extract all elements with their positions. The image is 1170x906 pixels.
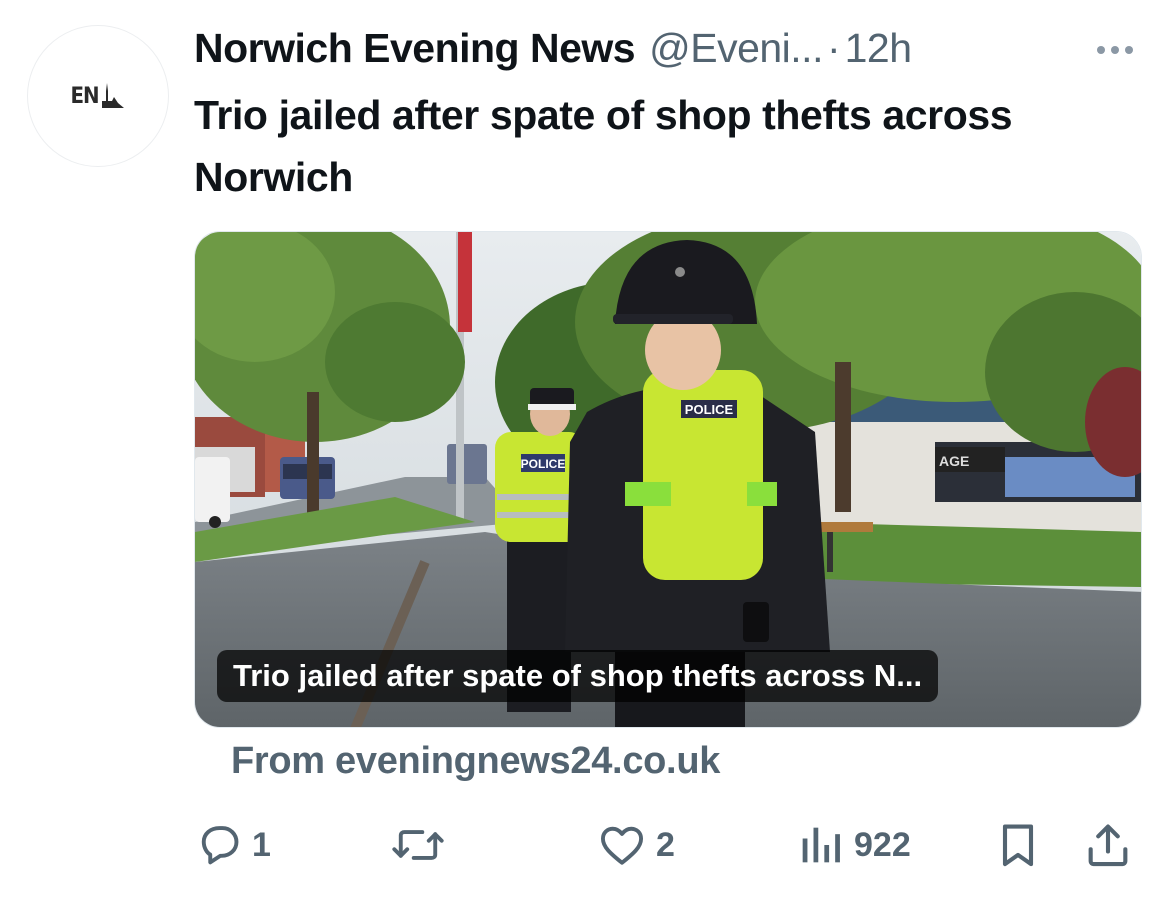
header-separator: ·	[826, 24, 841, 71]
views-count: 922	[854, 825, 911, 864]
card-source-link[interactable]: From eveningnews24.co.uk	[231, 740, 720, 783]
analytics-bars-icon	[802, 827, 840, 863]
heart-icon	[600, 826, 644, 865]
share-button[interactable]	[1082, 815, 1134, 875]
more-dots-icon	[1097, 46, 1133, 54]
cathedral-spire-icon	[101, 83, 124, 108]
bookmark-button[interactable]	[994, 815, 1042, 875]
share-upload-icon	[1088, 824, 1128, 867]
more-options-button[interactable]	[1090, 30, 1140, 70]
views-button[interactable]: 922	[798, 815, 911, 875]
avatar-logo-text: EN	[70, 84, 99, 109]
like-count: 2	[656, 825, 675, 864]
bookmark-icon	[1002, 824, 1034, 867]
retweet-button[interactable]	[390, 815, 446, 875]
reply-bubble-icon	[201, 826, 239, 865]
author-avatar[interactable]: EN	[27, 25, 169, 167]
vest-text-background: POLICE	[521, 457, 566, 471]
avatar-logo: EN	[70, 83, 125, 109]
vest-text-foreground: POLICE	[685, 402, 734, 417]
author-name[interactable]: Norwich Evening News	[194, 25, 636, 72]
reply-count: 1	[252, 825, 271, 864]
reply-button[interactable]: 1	[194, 815, 271, 875]
tweet-timestamp[interactable]: 12h	[845, 25, 912, 72]
tweet-header: Norwich Evening News @Eveni... · 12h	[194, 22, 1140, 74]
action-bar: 1 2 922	[194, 815, 1144, 875]
like-button[interactable]: 2	[596, 815, 675, 875]
card-caption: Trio jailed after spate of shop thefts a…	[217, 650, 939, 702]
store-sign: AGE	[939, 453, 969, 469]
link-card[interactable]: AGE POLICE POLICE Trio jailed after spat…	[194, 231, 1142, 728]
retweet-icon	[392, 830, 444, 860]
author-handle[interactable]: @Eveni...	[649, 25, 823, 72]
tweet-text: Trio jailed after spate of shop thefts a…	[194, 92, 1013, 200]
